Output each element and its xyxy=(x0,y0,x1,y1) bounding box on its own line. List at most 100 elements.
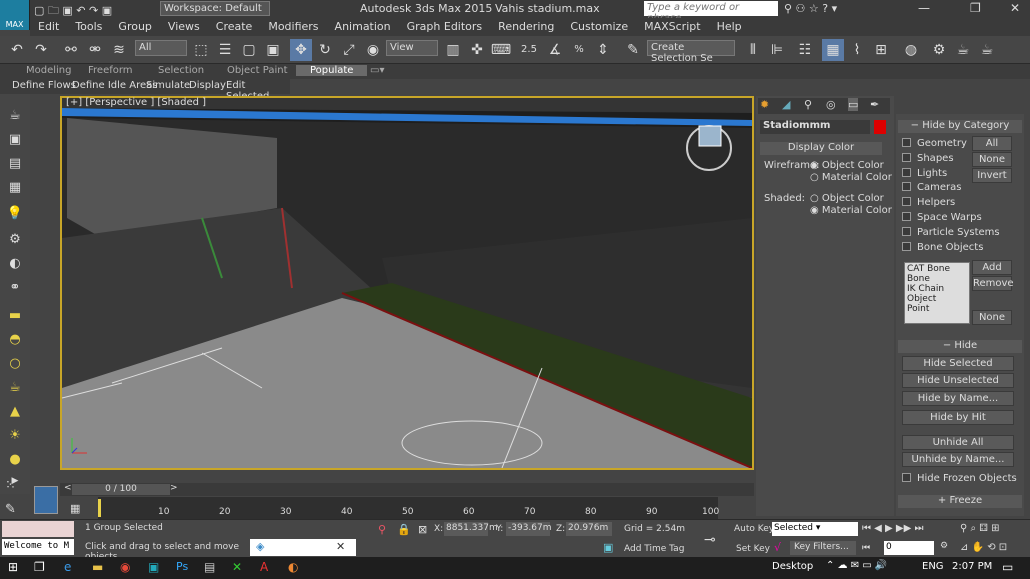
category-space-warps[interactable]: Space Warps xyxy=(902,212,982,223)
menu-tools[interactable]: Tools xyxy=(67,18,110,35)
script-icon[interactable]: ✎ xyxy=(5,502,16,517)
select-move-icon[interactable]: ✥ xyxy=(290,39,312,61)
time-slider[interactable]: < 0 / 100 > xyxy=(60,483,754,496)
simulate-button[interactable]: Simulate xyxy=(146,80,190,91)
place-icon[interactable]: ◉ xyxy=(362,39,384,61)
firefox-icon[interactable]: ◐ xyxy=(288,560,298,574)
hide-by-name-button[interactable]: Hide by Name... xyxy=(902,391,1014,406)
menu-views[interactable]: Views xyxy=(160,18,208,35)
list-icon[interactable]: ▤ xyxy=(5,156,25,174)
window-crossing-icon[interactable]: ▣ xyxy=(262,39,284,61)
all-button[interactable]: All xyxy=(972,136,1012,151)
list-item[interactable]: Point xyxy=(907,304,967,314)
add-time-tag[interactable]: Add Time Tag xyxy=(624,544,684,554)
list-item[interactable]: Bone xyxy=(907,274,967,284)
time-tag-icon[interactable]: ▣ xyxy=(603,541,613,554)
utilities-tab-icon[interactable]: ✒ xyxy=(870,98,879,111)
frame-slider-thumb[interactable]: 0 / 100 xyxy=(72,484,170,495)
define-flows-button[interactable]: Define Flows xyxy=(12,80,76,91)
color-swatch[interactable] xyxy=(34,486,58,514)
current-frame-field[interactable]: 0 xyxy=(884,541,934,555)
y-coord-field[interactable]: -393.67m xyxy=(506,522,552,536)
remove-button[interactable]: Remove xyxy=(972,276,1014,291)
help-icons[interactable]: ⚲ ⚇ ☆ ? ▾ xyxy=(784,2,837,15)
maxscript-listener[interactable] xyxy=(2,521,74,537)
particle-icon[interactable]: ⁙ xyxy=(5,478,16,493)
3dsmax-taskbar-icon[interactable]: ▣ xyxy=(148,560,159,574)
undo-icon[interactable]: ↶ xyxy=(6,39,28,61)
excel-icon[interactable]: ✕ xyxy=(232,560,242,574)
group-icon[interactable]: ⚭ xyxy=(5,280,25,298)
menu-edit[interactable]: Edit xyxy=(30,18,67,35)
create-tab-icon[interactable]: ✹ xyxy=(760,98,769,111)
key-mode-icon[interactable]: ⏮ xyxy=(862,543,870,553)
spinner-snap-icon[interactable]: ⇕ xyxy=(592,39,614,61)
select-by-name-icon[interactable]: ☰ xyxy=(214,39,236,61)
rect-region-icon[interactable]: ▢ xyxy=(238,39,260,61)
menu-animation[interactable]: Animation xyxy=(327,18,399,35)
auto-key-button[interactable]: Auto Key xyxy=(734,524,774,534)
lock-pin-icon[interactable]: ⚲ xyxy=(378,523,386,536)
category-geometry[interactable]: Geometry xyxy=(902,138,967,149)
object-name-field[interactable]: Stadiommm xyxy=(760,120,870,134)
scale-icon[interactable]: ⤢ xyxy=(338,39,360,61)
link-icon[interactable]: ⚯ xyxy=(60,39,82,61)
shaded-object-color-radio[interactable]: ○ Object Color xyxy=(810,193,884,204)
tab-selection[interactable]: Selection xyxy=(158,65,204,76)
language-indicator[interactable]: ENG xyxy=(922,561,944,572)
display-color-rollout[interactable]: Display Color xyxy=(760,142,882,155)
align-icon[interactable]: ⊫ xyxy=(766,39,788,61)
set-key-icon[interactable]: √ xyxy=(774,541,781,554)
viewport-nav-icons-top[interactable]: ⚲ ⌕ ⚃ ⊞ xyxy=(960,523,1000,534)
snap-toggle[interactable]: 2.5 xyxy=(518,39,540,61)
mini-curve-icon[interactable]: ▦ xyxy=(70,502,80,515)
calculator-icon[interactable]: ▤ xyxy=(204,560,215,574)
none-list-button[interactable]: None xyxy=(972,310,1012,325)
start-icon[interactable]: ⊞ xyxy=(8,560,18,574)
menu-graph-editors[interactable]: Graph Editors xyxy=(399,18,491,35)
sun-icon[interactable]: ☀ xyxy=(5,428,25,446)
key-mode-dropdown[interactable]: Selected ▾ xyxy=(772,522,858,536)
hide-by-category-rollout[interactable]: − Hide by Category xyxy=(898,120,1022,133)
motion-tab-icon[interactable]: ◎ xyxy=(826,98,836,111)
scene-explorer-icon[interactable]: ▦ xyxy=(822,39,844,61)
helper-icon[interactable]: ◐ xyxy=(5,256,25,274)
menu-maxscript[interactable]: MAXScript xyxy=(636,18,708,35)
next-frame-icon[interactable]: > xyxy=(170,483,178,493)
key-icon[interactable]: ⊸ xyxy=(704,532,716,548)
list-item[interactable]: IK Chain Object xyxy=(907,284,967,304)
render-setup-icon[interactable]: ⚙ xyxy=(928,39,950,61)
acrobat-icon[interactable]: A xyxy=(260,560,268,574)
unhide-all-button[interactable]: Unhide All xyxy=(902,435,1014,450)
category-cameras[interactable]: Cameras xyxy=(902,182,961,193)
angle-snap-icon[interactable]: ∡ xyxy=(544,39,566,61)
minimize-button[interactable]: — xyxy=(918,1,930,15)
ribbon-options-icon[interactable]: ▭▾ xyxy=(370,65,384,76)
wireframe-object-color-radio[interactable]: ◉ Object Color xyxy=(810,160,884,171)
select-object-icon[interactable]: ⬚ xyxy=(190,39,212,61)
clock[interactable]: 2:07 PM xyxy=(952,561,992,572)
menu-rendering[interactable]: Rendering xyxy=(490,18,562,35)
define-idle-areas-button[interactable]: Define Idle Areas xyxy=(72,80,157,91)
teapot-icon[interactable]: ☕ xyxy=(5,108,25,126)
absolute-mode-icon[interactable]: ⊠ xyxy=(418,523,427,536)
search-input[interactable]: Type a keyword or phrase xyxy=(644,1,778,24)
cone-icon[interactable]: ▲ xyxy=(5,404,25,422)
rendered-frame-icon[interactable]: ☕ xyxy=(952,39,974,61)
maximize-button[interactable]: ❐ xyxy=(970,1,981,15)
category-bone-objects[interactable]: Bone Objects xyxy=(902,242,983,253)
key-filters-button[interactable]: Key Filters... xyxy=(790,541,856,555)
schematic-icon[interactable]: ⊞ xyxy=(870,39,892,61)
hide-rollout[interactable]: − Hide xyxy=(898,340,1022,353)
circle-icon[interactable]: ○ xyxy=(5,356,25,374)
category-lights[interactable]: Lights xyxy=(902,168,947,179)
keyboard-shortcut-icon[interactable]: ⌨ xyxy=(490,39,512,61)
unlink-icon[interactable]: ⚮ xyxy=(84,39,106,61)
time-config-icon[interactable]: ⚙ xyxy=(940,541,948,551)
display-tab-icon[interactable]: ▭ xyxy=(848,98,859,111)
selection-lock-icon[interactable]: 🔒 xyxy=(397,523,411,536)
render-icon[interactable]: ☕ xyxy=(976,39,998,61)
box-icon[interactable]: ▬ xyxy=(5,308,25,326)
maxscript-input[interactable]: Welcome to M xyxy=(2,539,74,555)
chrome-icon[interactable]: ◉ xyxy=(120,560,130,574)
